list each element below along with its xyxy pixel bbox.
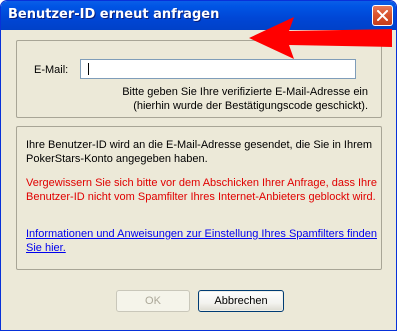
email-hint-line2: (hierhin wurde der Bestätigungscode gesc… [133,100,368,112]
dialog-body: E-Mail: Bitte geben Sie Ihre verifiziert… [4,30,393,328]
email-hint: Bitte geben Sie Ihre verifizierte E-Mail… [88,85,368,113]
window-title: Benutzer-ID erneut anfragen [8,7,220,22]
email-hint-line1: Bitte geben Sie Ihre verifizierte E-Mail… [122,86,368,98]
dialog-window: Benutzer-ID erneut anfragen E-Mail: Bitt… [0,0,397,331]
text-caret [88,63,89,75]
spamfilter-info-link[interactable]: Informationen und Anweisungen zur Einste… [26,227,378,255]
cancel-button[interactable]: Abbrechen [198,290,284,312]
red-arrow-annotation-icon [249,17,392,59]
spam-warning-text: Vergewissern Sie sich bitte vor dem Absc… [26,177,377,203]
info-text: Ihre Benutzer-ID wird an die E-Mail-Adre… [26,139,373,165]
ok-button[interactable]: OK [116,290,190,312]
email-label: E-Mail: [34,64,69,76]
info-group: Ihre Benutzer-ID wird an die E-Mail-Adre… [16,126,382,270]
email-field[interactable] [80,59,356,79]
